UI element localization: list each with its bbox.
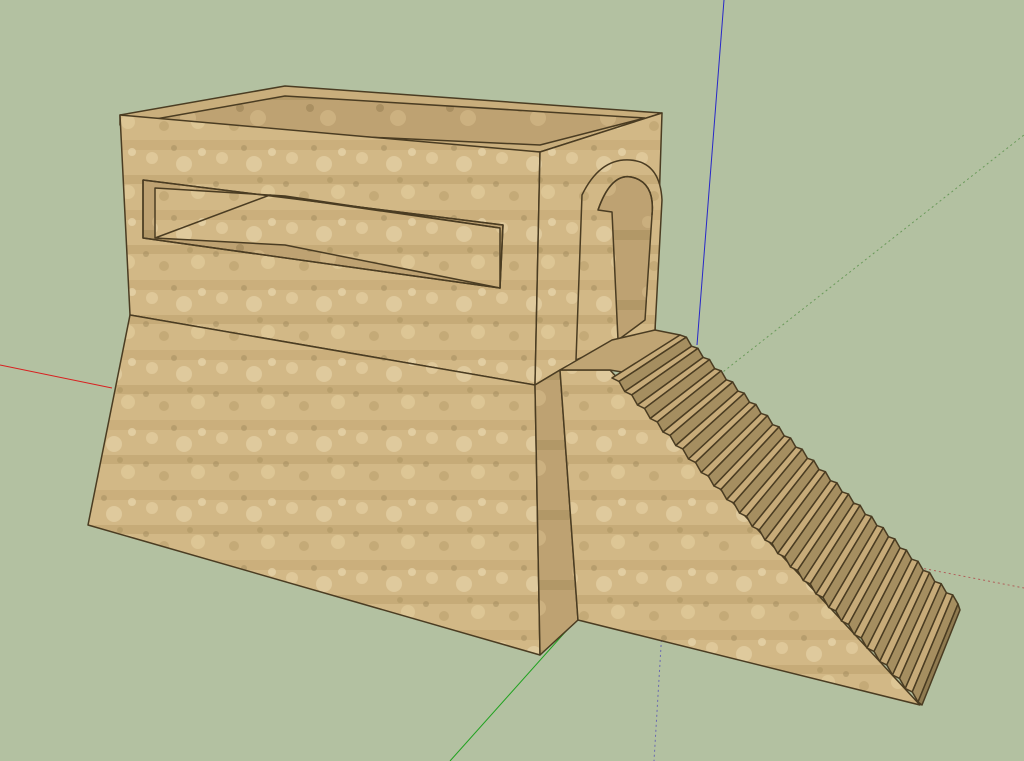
model-viewport[interactable]	[0, 0, 1024, 761]
3d-scene[interactable]	[0, 0, 1024, 761]
